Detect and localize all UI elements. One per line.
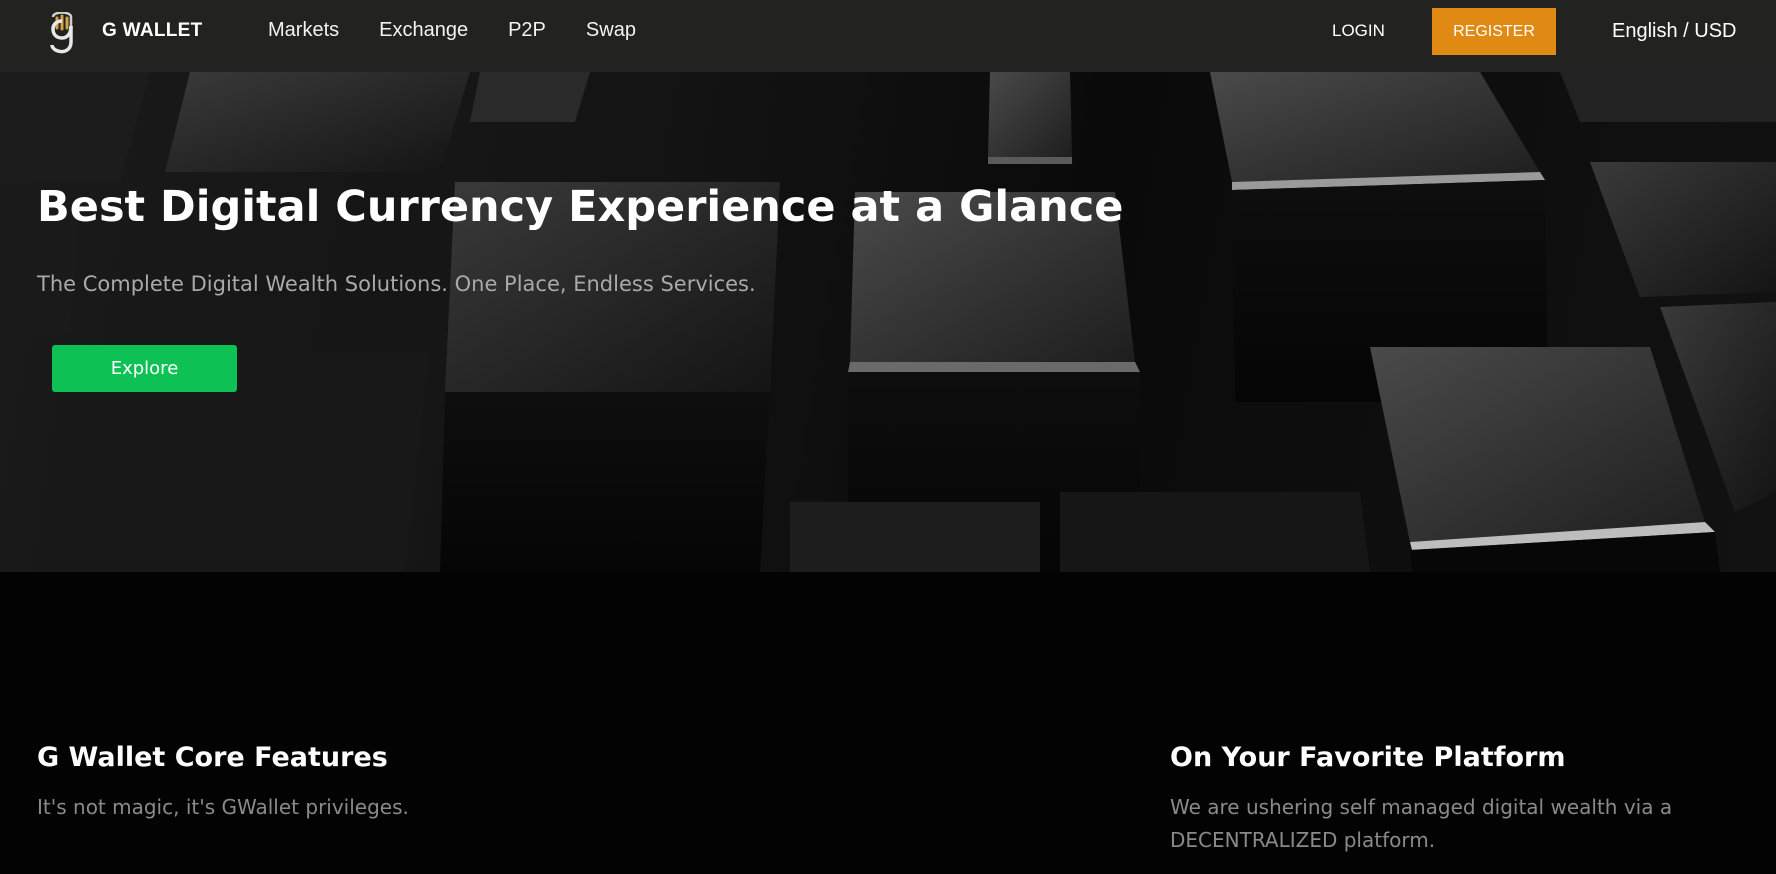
g-wallet-logo-icon[interactable] bbox=[44, 12, 80, 54]
menu-item-swap[interactable]: Swap bbox=[586, 19, 636, 42]
language-currency-selector[interactable]: English / USD bbox=[1612, 20, 1737, 43]
hero-banner: Best Digital Currency Experience at a Gl… bbox=[0, 72, 1776, 572]
top-navigation: G WALLET Markets Exchange P2P Swap LOGIN… bbox=[0, 0, 1776, 72]
login-link[interactable]: LOGIN bbox=[1332, 21, 1385, 41]
platform-text: We are ushering self managed digital wea… bbox=[1170, 795, 1673, 852]
menu-item-markets[interactable]: Markets bbox=[268, 19, 339, 42]
core-features-title: G Wallet Core Features bbox=[37, 742, 388, 773]
brand-name[interactable]: G WALLET bbox=[102, 20, 203, 42]
core-features-text: It's not magic, it's GWallet privileges. bbox=[37, 795, 409, 819]
hero-background-cubes bbox=[0, 72, 1776, 572]
register-button[interactable]: REGISTER bbox=[1432, 8, 1556, 55]
hero-title: Best Digital Currency Experience at a Gl… bbox=[37, 182, 1124, 232]
platform-title: On Your Favorite Platform bbox=[1170, 742, 1566, 773]
hero-subtitle: The Complete Digital Wealth Solutions. O… bbox=[37, 272, 756, 296]
menu-item-p2p[interactable]: P2P bbox=[508, 19, 546, 42]
menu-item-exchange[interactable]: Exchange bbox=[379, 19, 468, 42]
main-menu: Markets Exchange P2P Swap bbox=[268, 19, 676, 42]
explore-button[interactable]: Explore bbox=[52, 345, 237, 392]
